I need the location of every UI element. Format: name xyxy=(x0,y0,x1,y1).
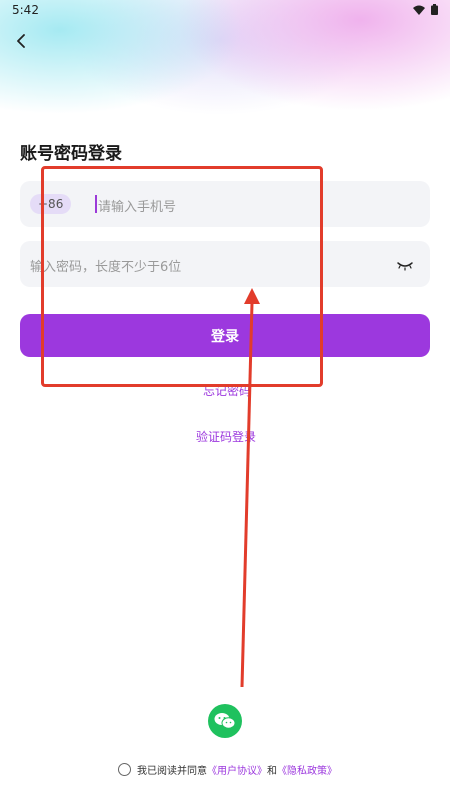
agreement-checkbox[interactable] xyxy=(118,763,131,776)
password-input-placeholder: 输入密码，长度不少于6位 xyxy=(30,260,182,275)
header-gradient-background xyxy=(0,0,450,160)
phone-input-placeholder: 请输入手机号 xyxy=(98,200,177,215)
privacy-policy-link[interactable]: 《隐私政策》 xyxy=(277,762,337,777)
wechat-login-button[interactable] xyxy=(208,704,242,738)
wifi-icon xyxy=(413,5,425,15)
password-field[interactable]: 输入密码，长度不少于6位 xyxy=(20,241,430,287)
sms-code-login-link[interactable]: 验证码登录 xyxy=(196,428,256,445)
chevron-left-icon xyxy=(17,34,25,48)
wechat-icon xyxy=(214,713,236,729)
battery-icon xyxy=(431,4,438,15)
eye-closed-icon[interactable] xyxy=(396,257,414,271)
agreement-row: 我已阅读并同意 《用户协议》 和 《隐私政策》 xyxy=(118,762,337,777)
agreement-and: 和 xyxy=(267,766,277,777)
country-code-selector[interactable]: +86 xyxy=(30,194,72,214)
back-button[interactable] xyxy=(10,30,32,52)
status-time: 5:42 xyxy=(12,3,39,17)
status-bar: 5:42 xyxy=(0,0,450,22)
text-cursor xyxy=(95,195,97,213)
status-icons xyxy=(413,4,438,15)
page-title: 账号密码登录 xyxy=(20,144,122,164)
agreement-prefix: 我已阅读并同意 xyxy=(137,766,207,777)
forgot-password-link[interactable]: 忘记密码 xyxy=(203,382,251,399)
user-agreement-link[interactable]: 《用户协议》 xyxy=(207,762,267,777)
phone-field[interactable]: +86 请输入手机号 xyxy=(20,181,430,227)
login-button[interactable]: 登录 xyxy=(20,314,430,357)
